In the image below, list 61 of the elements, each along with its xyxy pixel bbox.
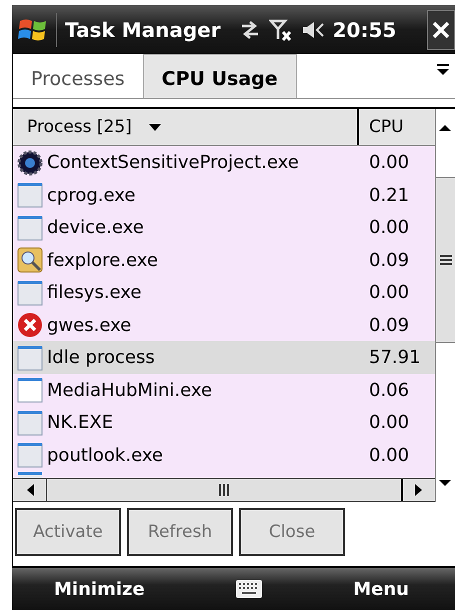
error-icon: [17, 312, 43, 338]
window-icon: [17, 442, 43, 468]
close-icon: [432, 20, 450, 39]
gear-icon: [17, 150, 43, 176]
horizontal-scrollbar[interactable]: [13, 478, 435, 502]
table-row[interactable]: poutlook.exe 0.00: [13, 438, 435, 472]
process-name: gwes.exe: [47, 314, 132, 336]
keyboard-icon[interactable]: [234, 579, 263, 600]
process-name: ContextSensitiveProject.exe: [47, 152, 300, 174]
tab[interactable]: CPU Usage: [142, 54, 297, 98]
window-icon: [17, 280, 43, 306]
caret-icon: [148, 122, 162, 132]
table-row[interactable]: MediaHubMini.exe 0.06: [13, 374, 435, 406]
window-icon: [17, 410, 43, 436]
magnifier-icon: [17, 247, 43, 274]
cpu-value: 0.21: [369, 184, 410, 206]
clock-time: 20:55: [332, 18, 396, 42]
softkey-button[interactable]: Menu: [347, 574, 415, 604]
process-name: poutlook.exe: [47, 444, 164, 466]
scroll-thumb[interactable]: [436, 177, 455, 344]
cpu-value: 0.00: [369, 282, 410, 304]
table-row[interactable]: filesys.exe 0.00: [13, 276, 435, 309]
table-row[interactable]: cprog.exe 0.21: [13, 178, 435, 212]
process-name: filesys.exe: [47, 282, 142, 304]
cpu-value: 0.00: [369, 444, 410, 466]
grip-icon: [219, 484, 229, 496]
cpu-value: 0.09: [369, 314, 410, 336]
window-icon: [17, 377, 43, 404]
window-icon: [17, 182, 43, 208]
cpu-value: 57.91: [369, 347, 422, 368]
table-row[interactable]: NK.EXE 0.00: [13, 406, 435, 439]
cpu-value: 0.00: [369, 217, 410, 238]
close-button[interactable]: [427, 10, 455, 50]
table-row[interactable]: ContextSensitiveProject.exe 0.00: [13, 146, 435, 179]
softkey-button[interactable]: Minimize: [48, 574, 151, 604]
right-arrow-icon: [415, 484, 423, 496]
window-title: Task Manager: [65, 18, 221, 42]
window-icon: [17, 214, 43, 241]
cpu-value: 0.00: [369, 152, 410, 174]
table-row[interactable]: device.exe 0.00: [13, 211, 435, 244]
window-icon: [17, 344, 43, 371]
cpu-value: 0.09: [369, 250, 410, 271]
process-name: cprog.exe: [47, 184, 136, 206]
scroll-up-icon[interactable]: [438, 123, 452, 134]
cpu-value: 0.06: [369, 380, 410, 401]
left-arrow-icon: [26, 484, 34, 496]
window-icon: [17, 471, 43, 478]
vertical-scrollbar[interactable]: [435, 109, 455, 502]
process-name: NK.EXE: [47, 412, 114, 434]
process-name: device.exe: [47, 217, 145, 238]
process-name: Idle process: [47, 347, 156, 368]
table-row[interactable]: gwes.exe 0.09: [13, 308, 435, 342]
table-row[interactable]: Idle process 57.91: [13, 341, 435, 374]
signal-off-icon: [268, 18, 293, 42]
scroll-down-icon[interactable]: [438, 478, 452, 488]
dropdown-arrow-icon[interactable]: [437, 64, 449, 76]
speaker-icon: [300, 20, 325, 40]
process-name: fexplore.exe: [47, 250, 159, 271]
cpu-value: 0.00: [369, 412, 410, 434]
table-row[interactable]: fexplore.exe 0.09: [13, 244, 435, 276]
process-name: MediaHubMini.exe: [47, 380, 214, 401]
